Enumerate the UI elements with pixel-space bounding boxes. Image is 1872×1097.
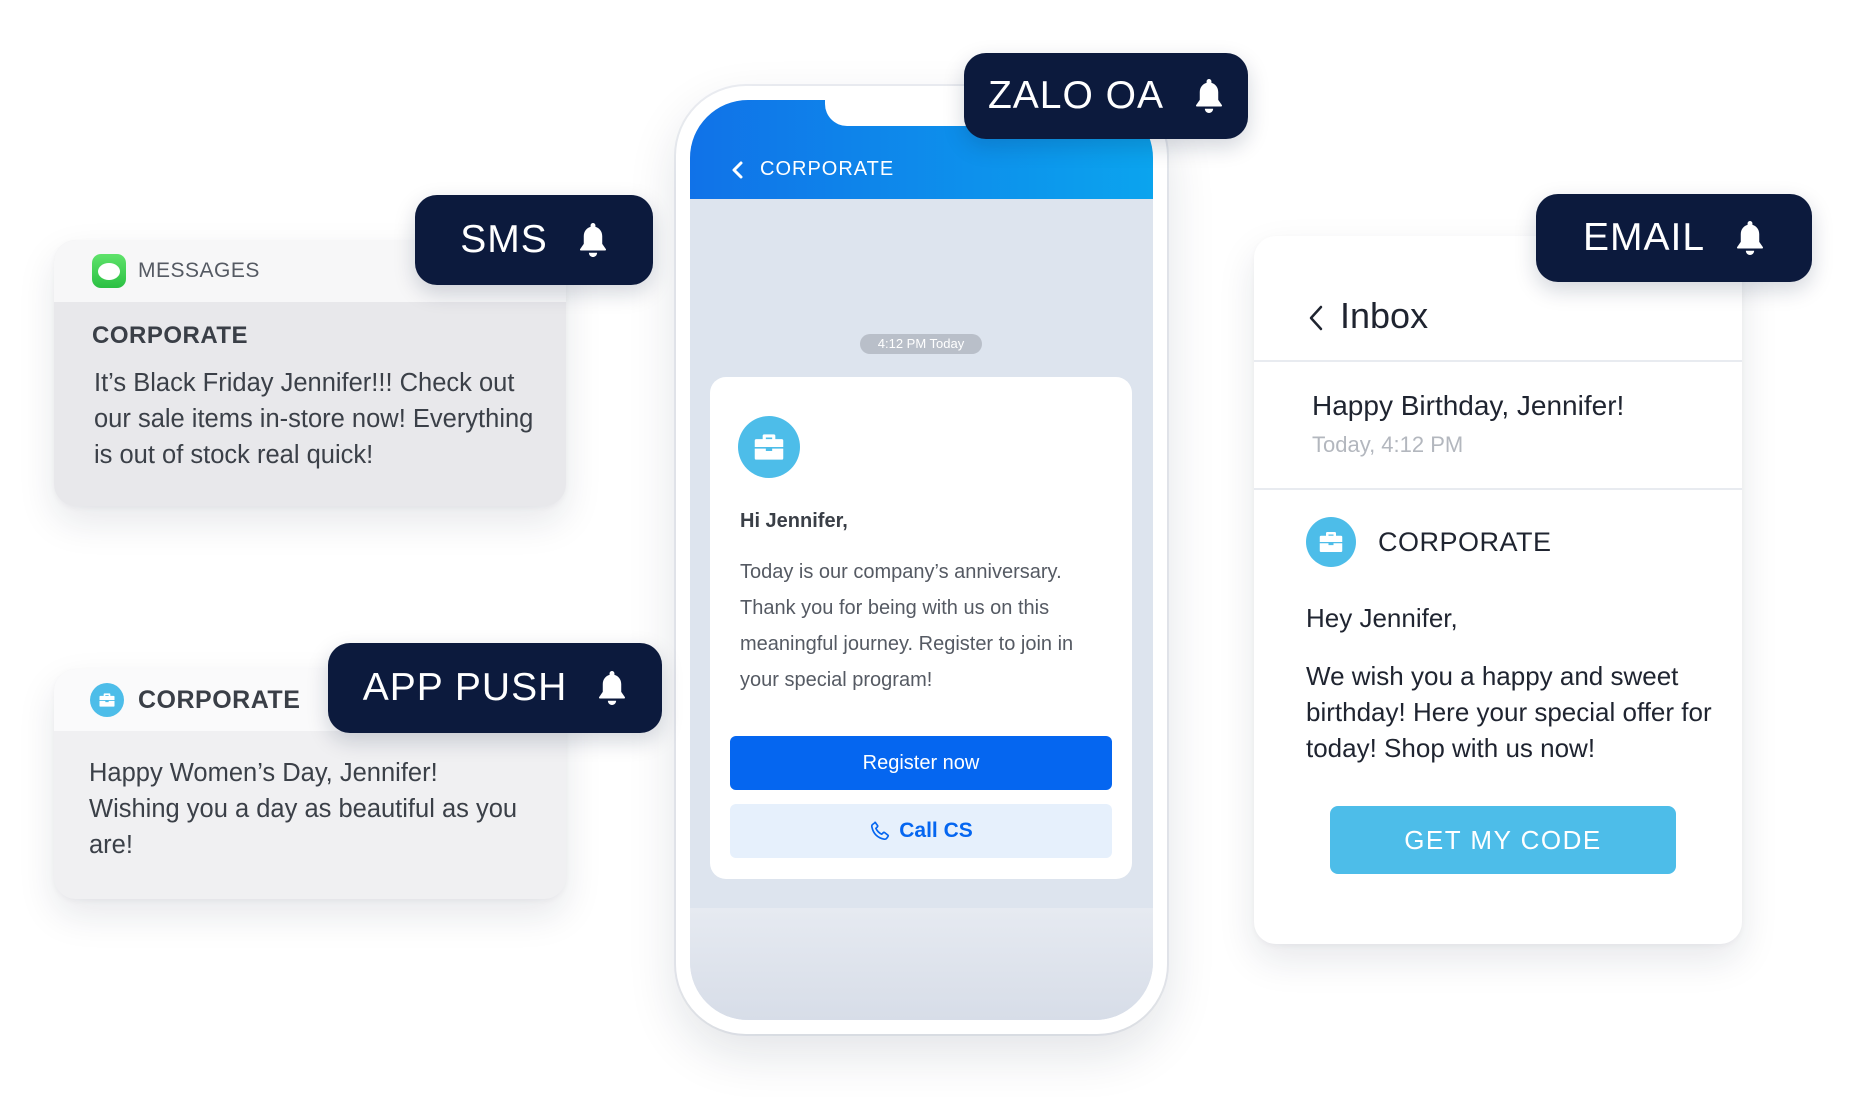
email-badge: EMAIL — [1536, 194, 1812, 282]
email-card: Inbox Happy Birthday, Jennifer! Today, 4… — [1254, 236, 1742, 944]
briefcase-icon — [738, 416, 800, 478]
bell-icon — [599, 671, 626, 705]
briefcase-icon — [90, 683, 124, 717]
call-cs-button[interactable]: Call CS — [730, 804, 1112, 858]
push-message-body: Happy Women’s Day, Jennifer! Wishing you… — [89, 759, 518, 859]
email-sender: CORPORATE — [1378, 527, 1552, 557]
chevron-left-icon[interactable] — [728, 160, 748, 180]
sms-sender: CORPORATE — [92, 322, 249, 349]
bell-icon — [579, 223, 606, 257]
email-greeting: Hey Jennifer, — [1306, 603, 1458, 633]
bell-icon — [1737, 221, 1764, 255]
phone-icon — [871, 821, 890, 841]
push-app-name: CORPORATE — [138, 685, 301, 714]
get-my-code-button[interactable]: GET MY CODE — [1330, 806, 1676, 874]
email-subject: Happy Birthday, Jennifer! — [1312, 390, 1625, 421]
sms-message-body: It’s Black Friday Jennifer!!! Check out … — [94, 369, 534, 469]
bell-icon — [1196, 79, 1223, 113]
zalo-badge-label: ZALO OA — [987, 74, 1165, 117]
call-cs-label: Call CS — [899, 819, 973, 842]
message-timestamp: 4:12 PM Today — [860, 334, 982, 354]
app-push-badge: APP PUSH — [328, 643, 662, 733]
zalo-message-body: Today is our company’s anniversary. Than… — [740, 561, 1074, 691]
zalo-message-card: Hi Jennifer, Today is our company’s anni… — [710, 377, 1132, 879]
email-subject-row: Happy Birthday, Jennifer! Today, 4:12 PM — [1254, 362, 1742, 490]
sms-badge-label: SMS — [460, 218, 548, 261]
zalo-greeting: Hi Jennifer, — [740, 510, 848, 532]
messages-icon — [92, 254, 126, 288]
zalo-oa-badge: ZALO OA — [964, 53, 1248, 139]
inbox-back-link[interactable]: Inbox — [1340, 295, 1428, 337]
register-now-button[interactable]: Register now — [730, 736, 1112, 790]
email-badge-label: EMAIL — [1582, 216, 1706, 259]
briefcase-icon — [1306, 517, 1356, 567]
app-push-badge-label: APP PUSH — [362, 666, 568, 709]
sms-badge: SMS — [415, 195, 653, 285]
phone-screen: CORPORATE 4:12 PM Today Hi Jennifer, Tod… — [690, 100, 1153, 1020]
chevron-left-icon[interactable] — [1308, 304, 1324, 332]
email-date: Today, 4:12 PM — [1312, 432, 1464, 457]
email-body: We wish you a happy and sweet birthday! … — [1306, 661, 1712, 763]
chat-input-area — [690, 908, 1153, 1020]
sms-app-name: MESSAGES — [138, 259, 260, 282]
zalo-header-title: CORPORATE — [760, 158, 895, 180]
